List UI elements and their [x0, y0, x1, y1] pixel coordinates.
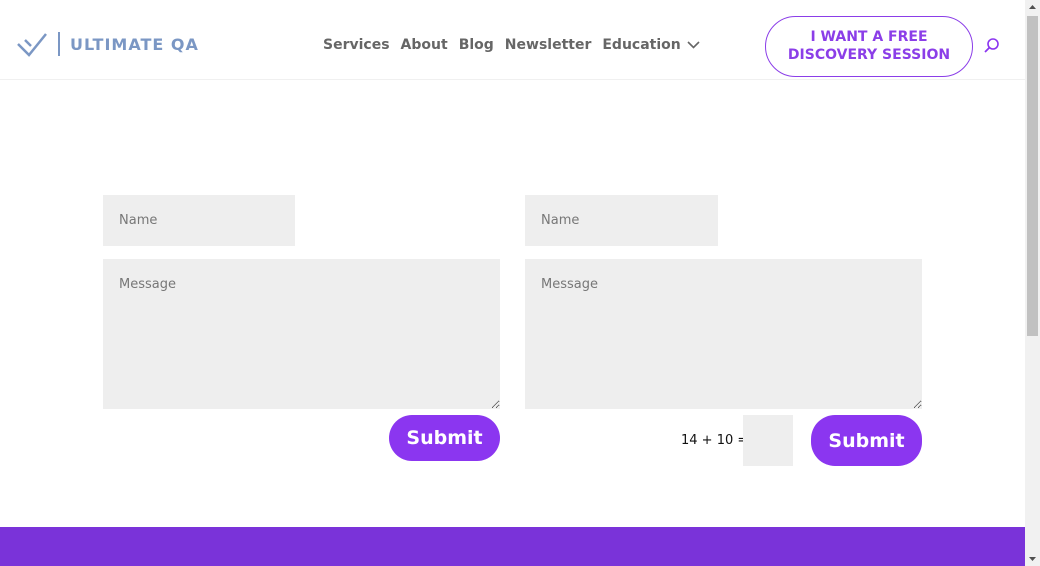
right-name-input[interactable] — [525, 195, 718, 246]
captcha-answer-input[interactable] — [743, 415, 793, 466]
left-submit-button[interactable]: Submit — [389, 415, 500, 461]
left-message-textarea[interactable] — [103, 259, 500, 409]
cta-line2: DISCOVERY SESSION — [787, 47, 951, 63]
nav-item-education-label: Education — [602, 37, 681, 53]
site-header: ULTIMATE QA Services About Blog Newslett… — [0, 0, 1025, 80]
cta-line1: I WANT A FREE — [810, 29, 928, 45]
logo-text: ULTIMATE QA — [70, 34, 199, 54]
nav-item-education[interactable]: Education — [602, 37, 700, 53]
main-nav: Services About Blog Newsletter Education — [323, 37, 711, 53]
left-name-input[interactable] — [103, 195, 295, 246]
right-submit-button[interactable]: Submit — [811, 415, 922, 466]
captcha-question: 14 + 10 = — [681, 433, 749, 448]
logo[interactable]: ULTIMATE QA — [16, 30, 199, 58]
checkmark-logo-icon — [17, 33, 47, 57]
scroll-up-arrow-icon[interactable] — [1025, 0, 1040, 15]
footer-band — [0, 527, 1025, 566]
right-message-textarea[interactable] — [525, 259, 922, 409]
search-icon[interactable] — [983, 37, 1001, 55]
nav-item-services[interactable]: Services — [323, 37, 390, 53]
scrollbar-thumb[interactable] — [1027, 16, 1038, 336]
chevron-down-icon — [687, 41, 700, 49]
nav-item-newsletter[interactable]: Newsletter — [505, 37, 592, 53]
nav-item-about[interactable]: About — [401, 37, 448, 53]
discovery-session-button[interactable]: I WANT A FREE DISCOVERY SESSION — [765, 16, 973, 77]
nav-item-blog[interactable]: Blog — [459, 37, 494, 53]
logo-divider — [58, 32, 60, 56]
scroll-down-arrow-icon[interactable] — [1025, 551, 1040, 566]
page-scrollbar[interactable] — [1025, 0, 1040, 566]
